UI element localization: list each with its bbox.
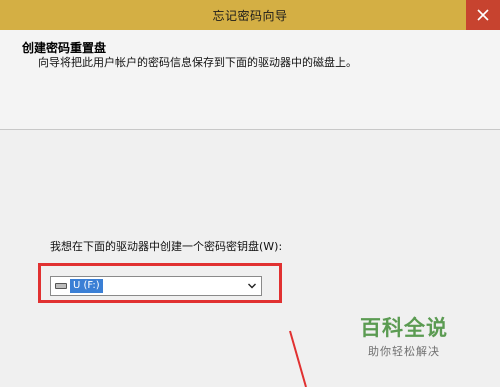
page-description: 向导将把此用户帐户的密码信息保存到下面的驱动器中的磁盘上。 — [38, 56, 357, 69]
watermark-main-text: 百科全说 — [360, 316, 448, 340]
watermark-logo: 百科全说 助你轻松解决 — [344, 312, 464, 364]
drive-dropdown[interactable]: U (F:) — [50, 276, 262, 296]
chevron-down-icon[interactable] — [247, 281, 257, 291]
close-button[interactable] — [466, 0, 500, 30]
window-title: 忘记密码向导 — [212, 9, 288, 23]
close-icon — [477, 9, 489, 21]
drive-select-label: 我想在下面的驱动器中创建一个密码密钥盘(W): — [50, 240, 283, 253]
wizard-header: 创建密码重置盘 向导将把此用户帐户的密码信息保存到下面的驱动器中的磁盘上。 — [0, 30, 500, 130]
selected-drive: U (F:) — [70, 279, 103, 293]
title-bar: 忘记密码向导 — [0, 0, 500, 30]
drive-icon — [55, 283, 67, 289]
watermark-sub-text: 助你轻松解决 — [368, 345, 440, 358]
